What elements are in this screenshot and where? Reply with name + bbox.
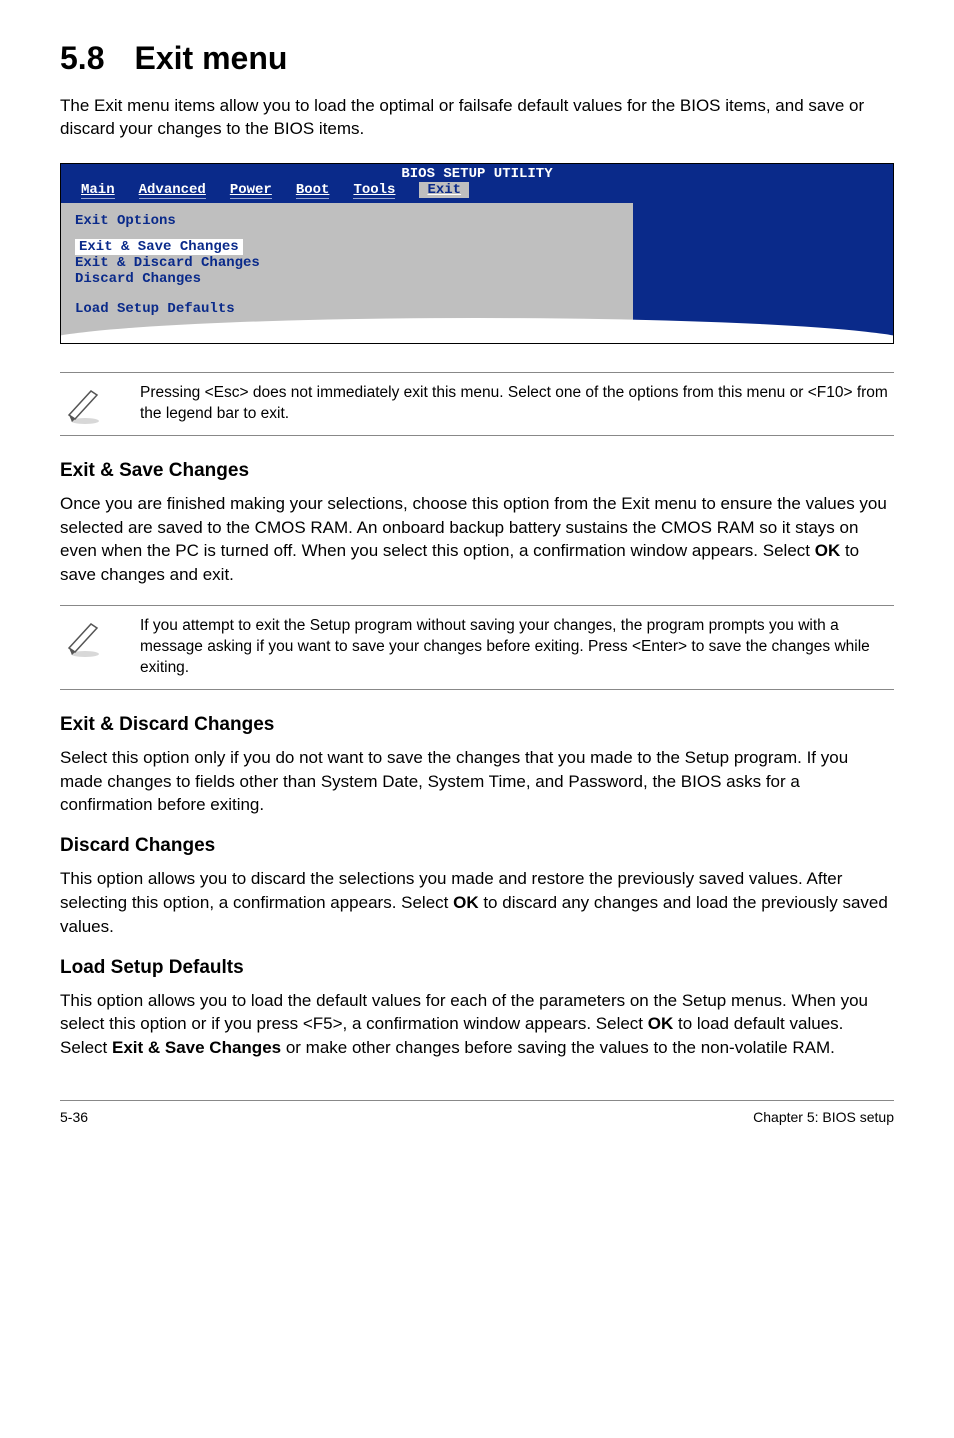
footer-page-number: 5-36 [60, 1109, 88, 1125]
pencil-icon [60, 383, 110, 425]
bios-tab-advanced: Advanced [139, 182, 206, 199]
subheading-load-defaults: Load Setup Defaults [60, 957, 894, 979]
para-discard: This option allows you to discard the se… [60, 867, 894, 938]
subheading-exit-save: Exit & Save Changes [60, 460, 894, 482]
bios-tab-exit: Exit [419, 182, 469, 198]
pencil-icon [60, 616, 110, 658]
para-exit-save-a: Once you are finished making your select… [60, 494, 887, 561]
page-footer: 5-36 Chapter 5: BIOS setup [60, 1100, 894, 1125]
bios-tab-main: Main [81, 182, 115, 199]
bios-item-selected: Exit & Save Changes [75, 239, 619, 255]
para-discard-bold: OK [453, 893, 479, 912]
note-block-2: If you attempt to exit the Setup program… [60, 605, 894, 690]
section-number: 5.8 [60, 40, 104, 76]
bios-options-title: Exit Options [75, 213, 619, 229]
bios-title: BIOS SETUP UTILITY [61, 164, 893, 182]
intro-paragraph: The Exit menu items allow you to load th… [60, 95, 894, 141]
note-1-text: Pressing <Esc> does not immediately exit… [140, 383, 894, 425]
para-ld-bold2: Exit & Save Changes [112, 1038, 281, 1057]
section-heading: 5.8 Exit menu [60, 40, 894, 77]
note-block-1: Pressing <Esc> does not immediately exit… [60, 372, 894, 436]
section-title-text: Exit menu [134, 40, 287, 76]
para-exit-save-bold: OK [815, 541, 841, 560]
bios-tab-power: Power [230, 182, 272, 199]
bios-item-discard-exit: Exit & Discard Changes [75, 255, 619, 271]
note-2-text: If you attempt to exit the Setup program… [140, 616, 894, 679]
para-exit-save: Once you are finished making your select… [60, 492, 894, 587]
para-exit-discard: Select this option only if you do not wa… [60, 746, 894, 817]
subheading-exit-discard: Exit & Discard Changes [60, 714, 894, 736]
footer-chapter: Chapter 5: BIOS setup [753, 1109, 894, 1125]
bios-item-discard: Discard Changes [75, 271, 619, 287]
bios-tab-tools: Tools [353, 182, 395, 199]
subheading-discard: Discard Changes [60, 835, 894, 857]
bios-screenshot: BIOS SETUP UTILITY Main Advanced Power B… [60, 163, 894, 344]
para-ld-bold1: OK [648, 1014, 674, 1033]
para-ld-c: or make other changes before saving the … [281, 1038, 835, 1057]
para-load-defaults: This option allows you to load the defau… [60, 989, 894, 1060]
bios-tab-row: Main Advanced Power Boot Tools Exit [61, 182, 893, 203]
bios-tab-boot: Boot [296, 182, 330, 199]
bios-item-load-defaults: Load Setup Defaults [75, 301, 619, 317]
bios-item-selected-text: Exit & Save Changes [75, 239, 243, 255]
